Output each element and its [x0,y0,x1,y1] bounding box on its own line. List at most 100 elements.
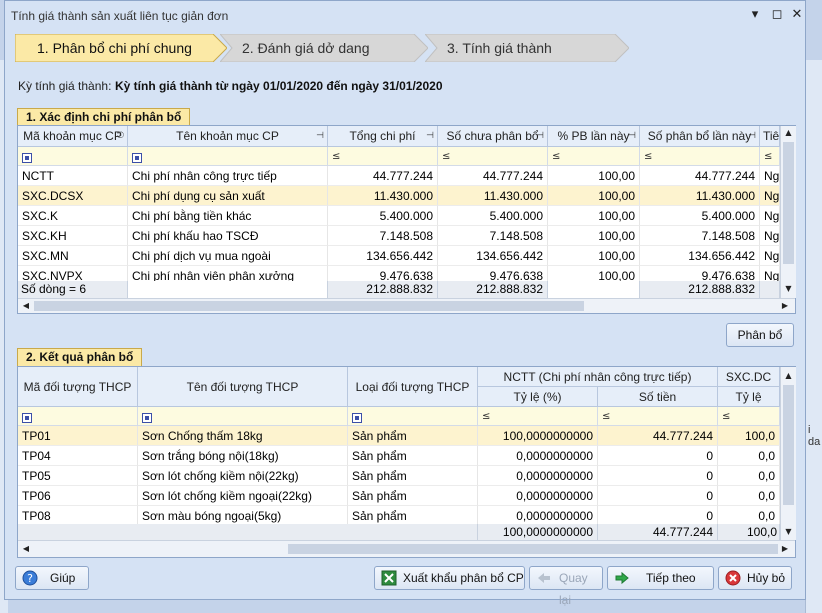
table-cell[interactable]: SXC.DCSX [18,186,128,206]
table-cell[interactable]: 100,00 [548,266,640,281]
col-header-unallocated[interactable]: Số chưa phân bổ ⊣ [438,126,548,147]
filter-cost-code[interactable] [18,147,128,166]
table-cell[interactable]: SXC.K [18,206,128,226]
table-cell[interactable]: 0 [598,446,718,466]
table-row[interactable]: SXC.KH Chi phí khấu hao TSCĐ 7.148.508 7.14… [18,226,780,246]
table-cell[interactable]: Sản phẩm [348,466,478,486]
table-cell[interactable]: 100,00 [548,186,640,206]
table-cell[interactable]: 0,0 [718,486,780,506]
pin-icon[interactable]: ⊣ [536,126,544,146]
table-cell[interactable]: Sơn màu bóng ngoại(5kg) [138,506,348,524]
scroll-left-icon[interactable]: ◀ [21,301,31,310]
table-row[interactable]: TP01 Sơn Chống thấm 18kg Sản phẩm 100,00000… [18,426,780,446]
table-cell[interactable]: 0,0000000000 [478,486,598,506]
table-cell[interactable]: Chi phí khấu hao TSCĐ [128,226,328,246]
table-cell[interactable]: Chi phí bằng tiền khác [128,206,328,226]
close-icon[interactable]: ✕ [787,5,807,25]
table-cell[interactable]: 0,0 [718,466,780,486]
table-cell[interactable]: 11.430.000 [438,186,548,206]
col-header-alloc-amount[interactable]: Số phân bổ lần này ⊣ [640,126,760,147]
table-cell[interactable]: 100,0 [718,426,780,446]
table-cell[interactable]: Ngu [760,266,780,281]
table-row[interactable]: SXC.DCSX Chi phí dụng cụ sản xuất 11.430.0… [18,186,780,206]
filter-object-name[interactable] [138,407,348,426]
table-cell[interactable]: 100,00 [548,166,640,186]
table-cell[interactable]: 44.777.244 [640,166,760,186]
horizontal-scrollbar[interactable]: ◀ ▶ [18,540,795,557]
table-cell[interactable]: 0,0000000000 [478,466,598,486]
pin-icon[interactable]: ⊣ [426,126,434,146]
table-cell[interactable]: 5.400.000 [438,206,548,226]
pin-icon[interactable]: ⊣ [628,126,636,146]
step-2-wip[interactable]: 2. Đánh giá dở dang [220,34,428,62]
col-header-object-name[interactable]: Tên đối tượng THCP [138,367,348,407]
table-cell[interactable]: 5.400.000 [640,206,760,226]
col-header-criteria[interactable]: Tiê [760,126,780,147]
scroll-down-icon[interactable]: ▼ [781,527,796,536]
filter-object-code[interactable] [18,407,138,426]
maximize-icon[interactable]: ◻ [767,5,787,25]
table-row[interactable]: TP04 Sơn trắng bóng nội(18kg) Sản phẩm 0,00… [18,446,780,466]
col-header-sxc-rate[interactable]: Tỷ lệ [718,387,780,407]
table-cell[interactable]: TP05 [18,466,138,486]
filter-checkbox-icon[interactable] [22,153,32,163]
table-cell[interactable]: 44.777.244 [328,166,438,186]
step-3-costing[interactable]: 3. Tính giá thành [425,34,629,62]
horizontal-scrollbar[interactable]: ◀ ▶ [18,298,795,313]
table-cell[interactable]: 0,0 [718,446,780,466]
table-cell[interactable]: Chi phí nhân công trực tiếp [128,166,328,186]
table-row[interactable]: NCTT Chi phí nhân công trực tiếp 44.777.24… [18,166,780,186]
table-row[interactable]: TP08 Sơn màu bóng ngoại(5kg) Sản phẩm 0,000… [18,506,780,524]
table-cell[interactable]: 100,0000000000 [478,426,598,446]
table-row[interactable]: SXC.NVPX Chi phí nhân viên phân xưởng 9.47… [18,266,780,281]
cancel-button[interactable]: Hủy bỏ [718,566,792,590]
table-cell[interactable]: 134.656.442 [328,246,438,266]
col-header-nctt-rate[interactable]: Tỷ lệ (%) [478,387,598,407]
scroll-up-icon[interactable]: ▲ [781,128,796,137]
table-cell[interactable]: SXC.NVPX [18,266,128,281]
filter-criteria[interactable]: ≤ [760,147,780,166]
table-cell[interactable]: Chi phí dịch vụ mua ngoài [128,246,328,266]
pin-icon[interactable]: ⊣ [316,126,324,146]
table-cell[interactable]: 5.400.000 [328,206,438,226]
table-cell[interactable]: Sản phẩm [348,506,478,524]
table-cell[interactable]: Chi phí nhân viên phân xưởng [128,266,328,281]
table-cell[interactable]: 9.476.638 [640,266,760,281]
table-cell[interactable]: Sản phẩm [348,426,478,446]
minimize-icon[interactable]: ▾ [745,5,765,25]
table-cell[interactable]: 134.656.442 [438,246,548,266]
table-cell[interactable]: Sản phẩm [348,446,478,466]
table-cell[interactable]: 11.430.000 [640,186,760,206]
table-cell[interactable]: 0 [598,466,718,486]
table-cell[interactable]: 0,0000000000 [478,446,598,466]
col-header-object-code[interactable]: Mã đối tượng THCP [18,367,138,407]
scroll-right-icon[interactable]: ▶ [780,544,790,553]
table-cell[interactable]: Ngu [760,206,780,226]
table-cell[interactable]: 0,0 [718,506,780,524]
table-row[interactable]: TP05 Sơn lót chống kiềm nội(22kg) Sản phẩm… [18,466,780,486]
filter-unallocated[interactable]: ≤ [438,147,548,166]
table-cell[interactable]: 134.656.442 [640,246,760,266]
table-row[interactable]: SXC.K Chi phí bằng tiền khác 5.400.000 5.40… [18,206,780,226]
table-cell[interactable]: Ngu [760,166,780,186]
table-row[interactable]: SXC.MN Chi phí dịch vụ mua ngoài 134.656.4… [18,246,780,266]
scroll-left-icon[interactable]: ◀ [21,544,31,553]
table-row[interactable]: TP06 Sơn lót chống kiềm ngoại(22kg) Sản ph… [18,486,780,506]
filter-nctt-amount[interactable]: ≤ [598,407,718,426]
table-cell[interactable]: 100,00 [548,206,640,226]
scroll-thumb[interactable] [783,142,794,264]
table-cell[interactable]: Sơn lót chống kiềm ngoại(22kg) [138,486,348,506]
col-header-nctt-amount[interactable]: Số tiền [598,387,718,407]
table-cell[interactable]: SXC.KH [18,226,128,246]
scroll-up-icon[interactable]: ▲ [781,371,796,380]
table-cell[interactable]: 7.148.508 [438,226,548,246]
table-cell[interactable]: 0 [598,506,718,524]
table-cell[interactable]: Chi phí dụng cụ sản xuất [128,186,328,206]
table-cell[interactable]: TP08 [18,506,138,524]
filter-sxc-rate[interactable]: ≤ [718,407,780,426]
table-cell[interactable]: Sơn trắng bóng nội(18kg) [138,446,348,466]
table-cell[interactable]: Sơn Chống thấm 18kg [138,426,348,446]
table-cell[interactable]: 9.476.638 [438,266,548,281]
table-cell[interactable]: 100,00 [548,226,640,246]
filter-alloc-amount[interactable]: ≤ [640,147,760,166]
